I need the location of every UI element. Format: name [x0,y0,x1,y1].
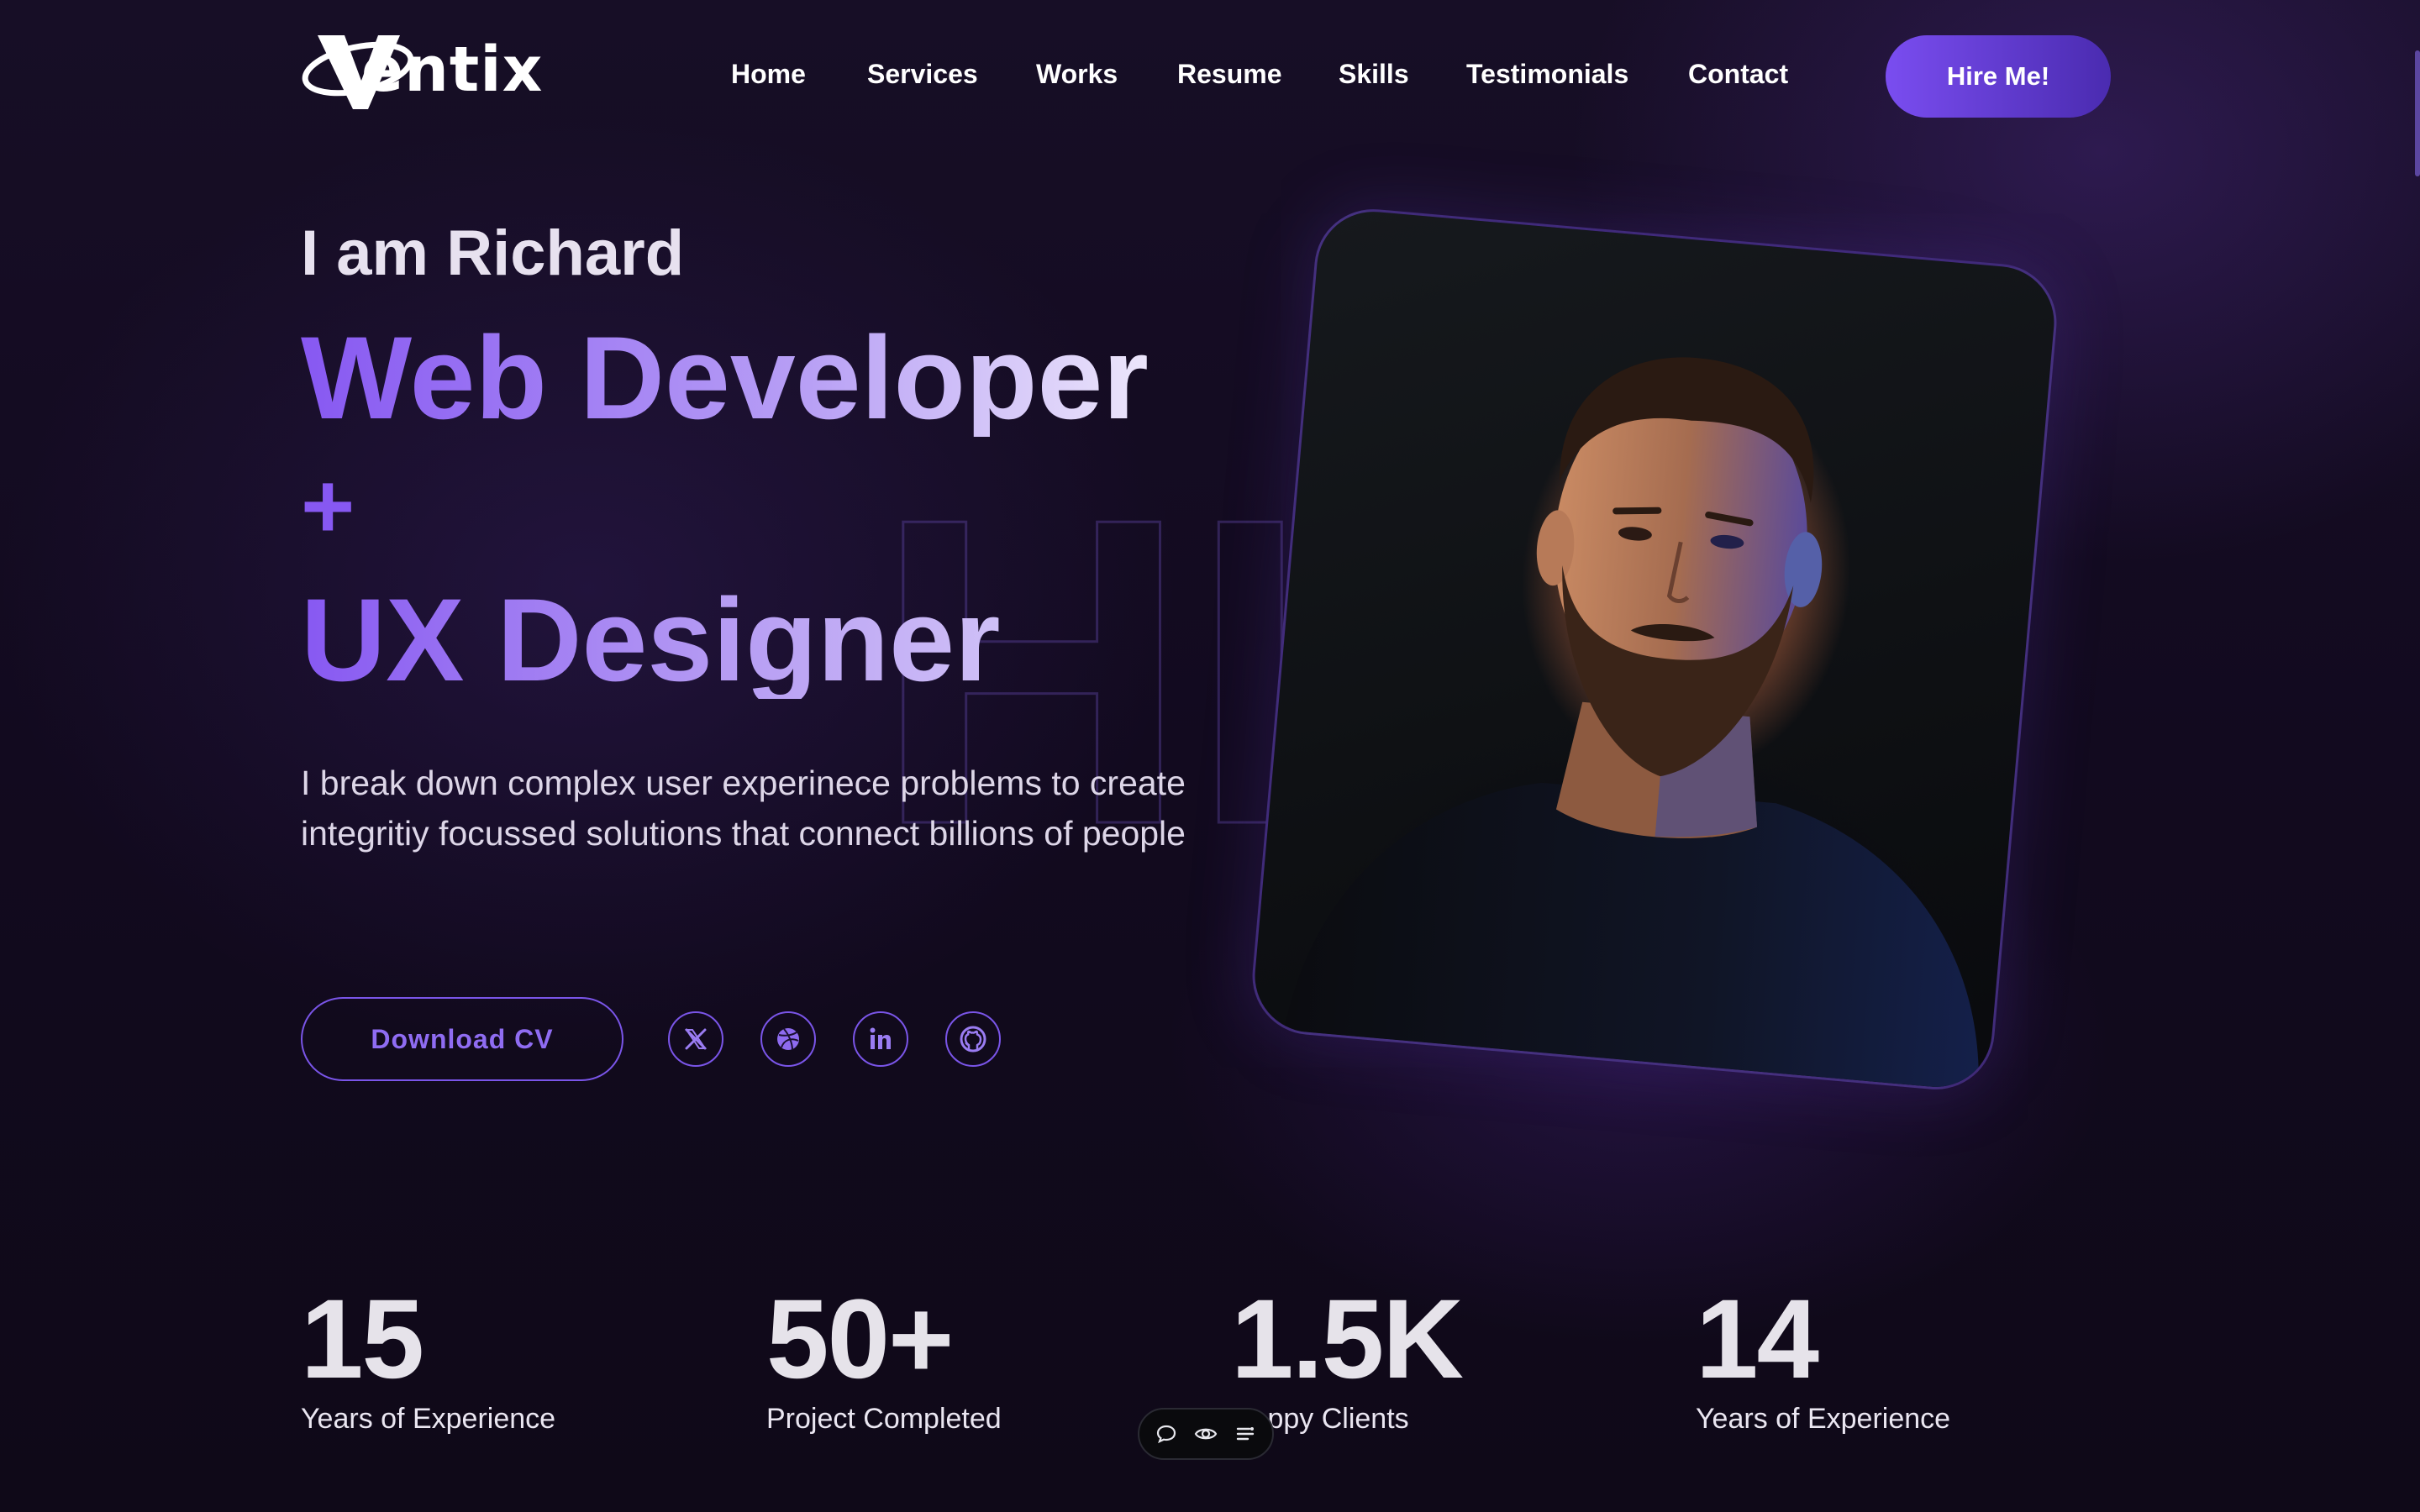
scrollbar[interactable] [2412,0,2420,1512]
floating-toolbar [1138,1408,1274,1460]
hire-me-button[interactable]: Hire Me! [1886,35,2111,118]
nav-testimonials[interactable]: Testimonials [1466,59,1628,90]
stat-label: Project Completed [766,1403,1002,1435]
hero-greeting: I am Richard [301,218,685,289]
logo[interactable]: entix [301,32,561,116]
nav-contact[interactable]: Contact [1688,59,1788,90]
stat-years-experience: 15 Years of Experience [301,1284,555,1436]
logo-text: entix [361,34,544,106]
nav-home[interactable]: Home [731,59,806,90]
dribbble-icon [777,1028,799,1051]
menu-icon[interactable] [1231,1420,1260,1448]
stat-happy-clients: 1.5K Happy Clients [1231,1277,1464,1436]
stat-value: 14 [1696,1277,1819,1402]
hero-plus: + [301,454,355,558]
stat-value: 1.5K [1231,1277,1464,1402]
profile-photo [1247,204,2062,1095]
stat-value: 15 [301,1277,424,1402]
portrait-illustration [1283,357,1979,1091]
comment-icon[interactable] [1152,1420,1181,1448]
github-link[interactable] [945,1011,1001,1067]
dribbble-link[interactable] [760,1011,816,1067]
stat-value: 50+ [766,1277,954,1402]
stat-label: Years of Experience [1696,1403,1951,1435]
stat-projects-completed: 50+ Project Completed [766,1284,1002,1436]
linkedin-icon [870,1027,891,1049]
nav-resume[interactable]: Resume [1177,59,1282,90]
x-icon [685,1028,707,1050]
nav-works[interactable]: Works [1036,59,1118,90]
linkedin-link[interactable] [853,1011,908,1067]
hero-role-ux-designer: UX Designer [301,574,1001,706]
stat-label: Years of Experience [301,1403,556,1435]
download-cv-button[interactable]: Download CV [301,997,623,1081]
nav-services[interactable]: Services [867,59,978,90]
nav-skills[interactable]: Skills [1339,59,1409,90]
x-twitter-link[interactable] [668,1011,723,1067]
scrollbar-thumb[interactable] [2415,50,2420,176]
hero-description: I break down complex user experinece pro… [301,764,1186,853]
hero-role-web-developer: Web Developer [301,312,1149,444]
eye-icon[interactable] [1192,1420,1220,1448]
github-icon [960,1026,986,1053]
stat-years-experience-2: 14 Years of Experience [1696,1284,1950,1436]
